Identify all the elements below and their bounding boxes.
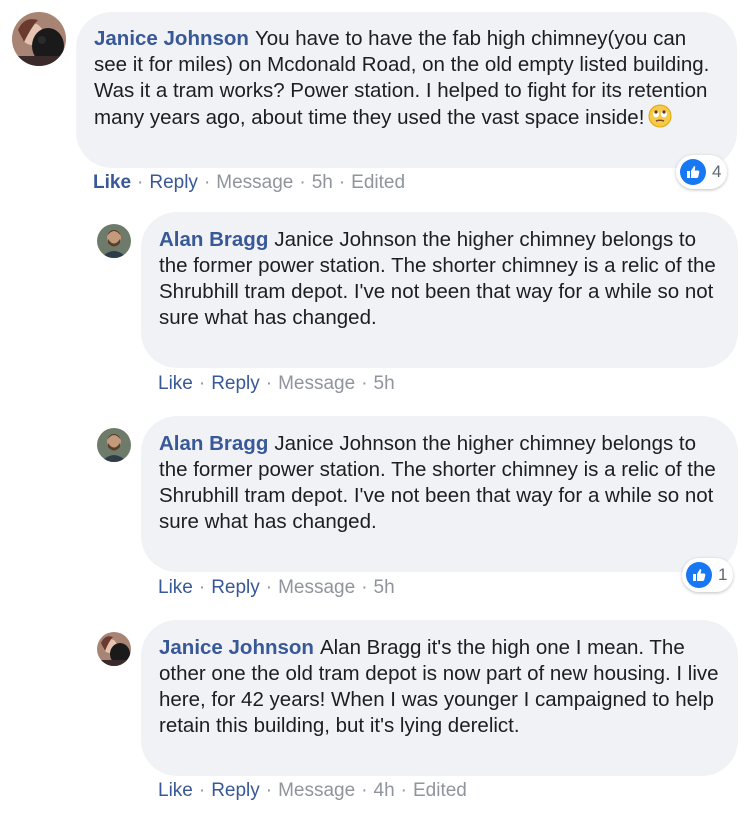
comment-author[interactable]: Alan Bragg bbox=[159, 228, 268, 251]
comment-actions: Like · Reply · Message · 5h bbox=[158, 577, 395, 599]
comment-author[interactable]: Janice Johnson bbox=[94, 27, 249, 50]
comment-actions: Like · Reply · Message · 5h bbox=[158, 373, 395, 395]
reaction-badge[interactable]: 1 bbox=[682, 558, 734, 592]
comment-actions: Like · Reply · Message · 4h · Edited bbox=[158, 780, 467, 802]
reply-link[interactable]: Reply bbox=[211, 780, 260, 801]
reply-link[interactable]: Reply bbox=[211, 577, 260, 598]
avatar[interactable] bbox=[97, 224, 131, 258]
edited-label[interactable]: Edited bbox=[413, 780, 467, 801]
separator: · bbox=[198, 780, 206, 801]
avatar[interactable] bbox=[97, 428, 131, 462]
reaction-count: 4 bbox=[712, 162, 722, 181]
message-link[interactable]: Message bbox=[216, 172, 293, 193]
alan-avatar-icon bbox=[97, 224, 131, 258]
separator: · bbox=[137, 172, 144, 193]
comment-author[interactable]: Janice Johnson bbox=[159, 636, 314, 659]
thumbs-up-icon bbox=[680, 159, 706, 185]
separator: · bbox=[338, 172, 346, 193]
comment-bubble: Janice Johnson You have to have the fab h… bbox=[76, 12, 737, 168]
reply-link[interactable]: Reply bbox=[211, 373, 260, 394]
reaction-count: 1 bbox=[718, 565, 728, 584]
separator: · bbox=[265, 780, 273, 801]
avatar[interactable] bbox=[12, 12, 66, 66]
separator: · bbox=[198, 373, 206, 394]
message-link[interactable]: Message bbox=[278, 373, 355, 394]
separator: · bbox=[203, 172, 211, 193]
separator: · bbox=[265, 577, 273, 598]
comment-text-block: Alan Bragg Janice Johnson the higher chim… bbox=[159, 431, 720, 535]
separator: · bbox=[361, 577, 368, 598]
comment-author[interactable]: Alan Bragg bbox=[159, 432, 268, 455]
message-link[interactable]: Message bbox=[278, 577, 355, 598]
separator: · bbox=[400, 780, 407, 801]
comment-text-block: Janice Johnson You have to have the fab h… bbox=[94, 26, 717, 135]
timestamp[interactable]: 5h bbox=[374, 373, 395, 394]
timestamp[interactable]: 4h bbox=[374, 780, 395, 801]
timestamp[interactable]: 5h bbox=[374, 577, 395, 598]
separator: · bbox=[265, 373, 273, 394]
comment-bubble: Alan Bragg Janice Johnson the higher chim… bbox=[141, 212, 738, 368]
janice-avatar-icon bbox=[12, 12, 66, 66]
comment-bubble: Janice Johnson Alan Bragg it's the high o… bbox=[141, 620, 738, 776]
like-link[interactable]: Like bbox=[158, 780, 193, 801]
like-link[interactable]: Like bbox=[93, 172, 131, 193]
janice-avatar-icon bbox=[97, 632, 131, 666]
like-link[interactable]: Like bbox=[158, 577, 193, 598]
face-with-rolling-eyes-icon bbox=[648, 104, 672, 135]
separator: · bbox=[198, 577, 206, 598]
like-link[interactable]: Like bbox=[158, 373, 193, 394]
avatar[interactable] bbox=[97, 632, 131, 666]
comment-bubble: Alan Bragg Janice Johnson the higher chim… bbox=[141, 416, 738, 572]
reply-link[interactable]: Reply bbox=[149, 172, 198, 193]
separator: · bbox=[361, 373, 368, 394]
reaction-badge[interactable]: 4 bbox=[676, 155, 728, 189]
timestamp[interactable]: 5h bbox=[312, 172, 333, 193]
comment-text-block: Alan Bragg Janice Johnson the higher chim… bbox=[159, 227, 720, 331]
thumbs-up-icon bbox=[686, 562, 712, 588]
separator: · bbox=[299, 172, 306, 193]
alan-avatar-icon bbox=[97, 428, 131, 462]
separator: · bbox=[361, 780, 368, 801]
message-link[interactable]: Message bbox=[278, 780, 355, 801]
edited-label[interactable]: Edited bbox=[351, 172, 405, 193]
comment-actions: Like · Reply · Message · 5h · Edited bbox=[93, 172, 405, 194]
comment-text-block: Janice Johnson Alan Bragg it's the high o… bbox=[159, 635, 720, 739]
